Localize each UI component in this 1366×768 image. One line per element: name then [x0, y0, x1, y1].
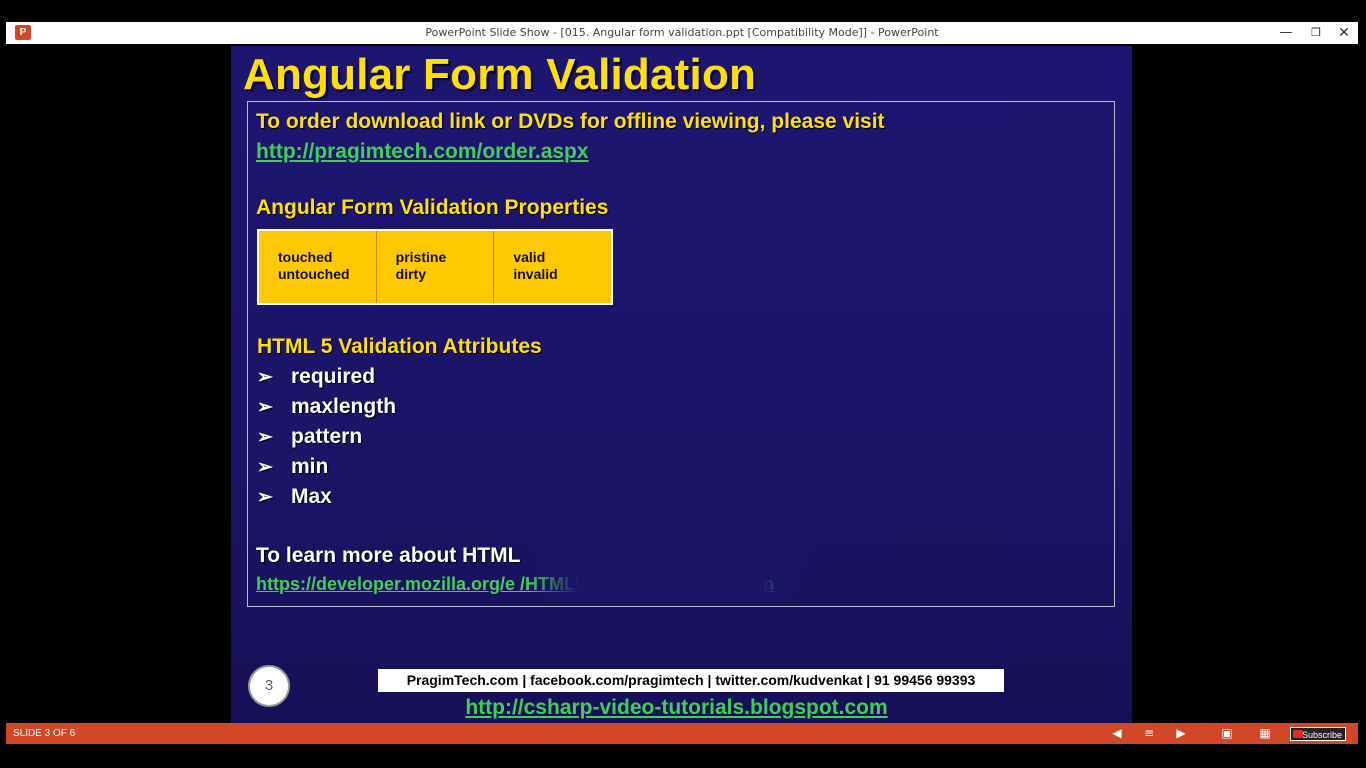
slide-counter: SLIDE 3 OF 6 — [13, 728, 76, 739]
arrow-bullet-icon: ➢ — [257, 487, 273, 508]
subscribe-button[interactable]: Subscribe — [1290, 727, 1346, 741]
content-box: To order download link or DVDs for offli… — [247, 101, 1115, 607]
attribute-label: required — [291, 365, 376, 388]
arrow-bullet-icon: ➢ — [257, 367, 273, 388]
property-line: touched — [278, 249, 333, 265]
list-item: ➢ pattern — [257, 422, 396, 452]
attributes-heading: HTML 5 Validation Attributes — [257, 335, 542, 358]
property-cell-touched: touched untouched — [259, 231, 377, 303]
arrow-bullet-icon: ➢ — [257, 457, 273, 478]
attributes-list: ➢ required ➢ maxlength ➢ pattern ➢ min ➢ Max — [257, 362, 396, 512]
learn-more-text: To learn more about HTML — [256, 544, 521, 567]
property-line: valid — [513, 249, 546, 265]
next-slide-icon[interactable]: ▶ — [1172, 725, 1190, 742]
list-item: ➢ required — [257, 362, 396, 392]
slide[interactable]: Angular Form Validation To order downloa… — [231, 46, 1132, 723]
property-cell-valid: valid invalid — [494, 231, 611, 303]
youtube-icon — [1293, 730, 1303, 738]
slide-title: Angular Form Validation — [243, 50, 757, 99]
subscribe-label: Subscribe — [1301, 730, 1342, 740]
attribute-label: pattern — [291, 425, 363, 448]
property-cell-pristine: pristine dirty — [377, 231, 495, 303]
previous-slide-icon[interactable]: ◀ — [1108, 725, 1126, 742]
properties-heading: Angular Form Validation Properties — [256, 196, 609, 219]
property-line: pristine — [395, 249, 447, 265]
reading-view-icon[interactable]: ▣ — [1218, 725, 1236, 742]
property-line: untouched — [278, 266, 350, 282]
arrow-bullet-icon: ➢ — [257, 397, 273, 418]
window-title: PowerPoint Slide Show - [015. Angular fo… — [425, 26, 939, 39]
notes-icon[interactable]: ≡ — [1140, 725, 1158, 742]
property-line: invalid — [513, 266, 558, 282]
order-text: To order download link or DVDs for offli… — [256, 110, 885, 133]
attribute-label: maxlength — [291, 395, 397, 418]
list-item: ➢ maxlength — [257, 392, 396, 422]
footer-link[interactable]: http://csharp-video-tutorials.blogspot.c… — [231, 696, 1122, 720]
arrow-bullet-icon: ➢ — [257, 427, 273, 448]
list-item: ➢ Max — [257, 482, 396, 512]
footer-contact: PragimTech.com | facebook.com/pragimtech… — [378, 669, 1004, 692]
slide-sorter-icon[interactable]: ▦ — [1256, 725, 1274, 742]
obscured-region — [528, 542, 813, 602]
property-line: dirty — [395, 266, 427, 282]
attribute-label: Max — [291, 485, 332, 508]
close-button[interactable]: ✕ — [1330, 22, 1358, 44]
title-bar: P PowerPoint Slide Show - [015. Angular … — [6, 22, 1358, 44]
list-item: ➢ min — [257, 452, 396, 482]
restore-button[interactable]: ❒ — [1302, 22, 1330, 44]
status-bar: SLIDE 3 OF 6 ◀ ≡ ▶ ▣ ▦ Subscribe — [6, 723, 1358, 744]
properties-table: touched untouched pristine dirty valid i… — [257, 229, 613, 305]
minimize-button[interactable]: — — [1272, 22, 1300, 44]
order-link[interactable]: http://pragimtech.com/order.aspx — [256, 140, 589, 164]
attribute-label: min — [291, 455, 329, 478]
